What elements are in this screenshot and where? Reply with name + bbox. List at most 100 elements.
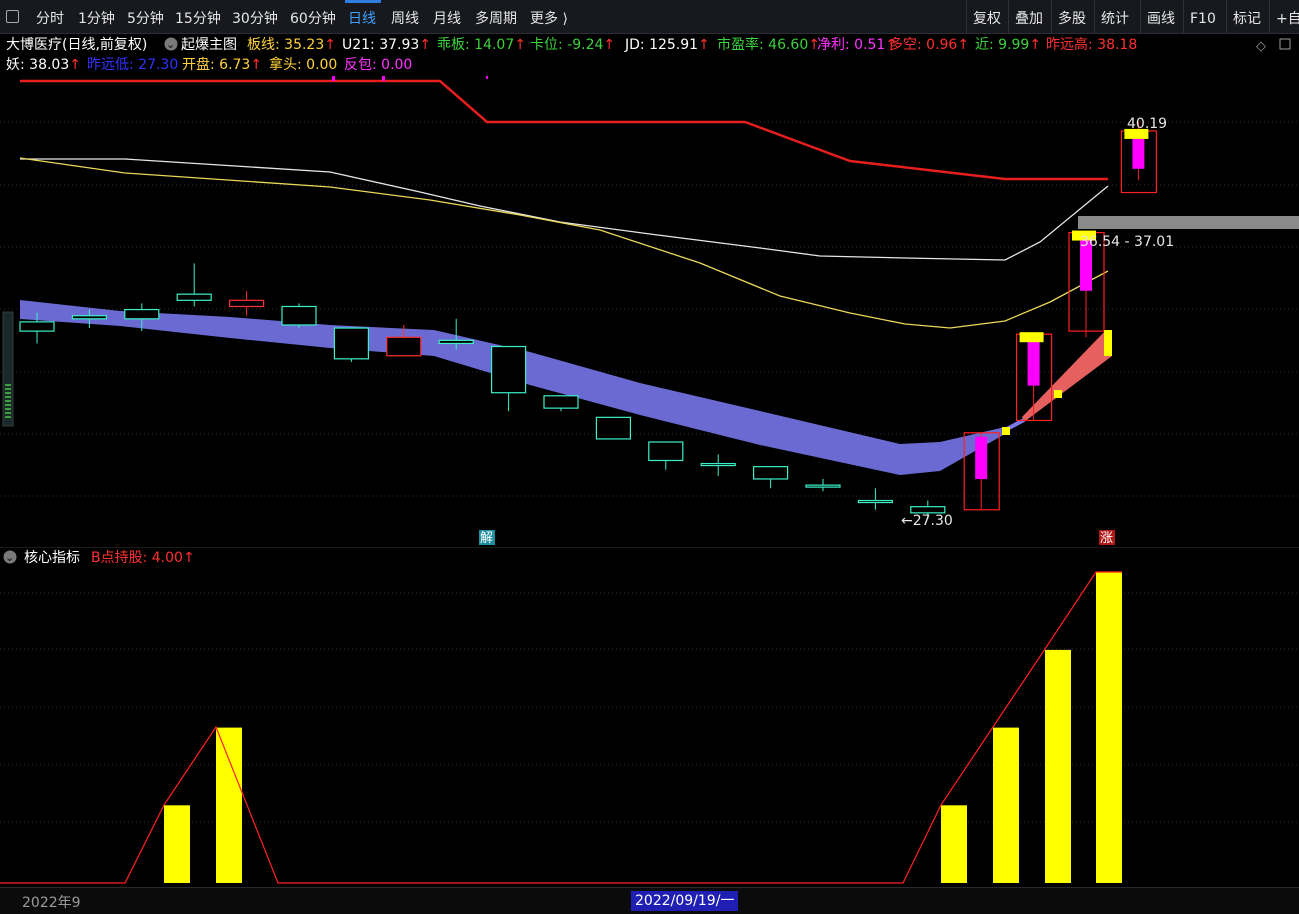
indicator-name: 起爆主图 — [181, 37, 237, 53]
limit-up-marker — [1132, 134, 1145, 169]
candle-body[interactable] — [491, 345, 527, 394]
price-range-bar — [1078, 216, 1299, 229]
ribbon-point — [1002, 427, 1010, 435]
header-value-9: 昨远高: 38.18 — [1046, 36, 1137, 53]
toolbar-button-0[interactable]: 复权 — [966, 0, 1001, 33]
gauge-tick — [5, 404, 11, 406]
gauge-tick — [5, 408, 11, 410]
period-toolbar: 分时 1分钟 5分钟 15分钟 30分钟 60分钟 日线 周线 月线 多周期 更多 ⟩ 复权 叠加 多股统… — [0, 0, 1299, 34]
indicator-bar[interactable] — [216, 727, 242, 883]
toolbar-button-5[interactable]: F10 — [1183, 0, 1216, 33]
sub-indicator-name: 核心指标 — [24, 550, 80, 566]
candle-body[interactable] — [543, 395, 579, 409]
header-value-4: JD: 125.91↑ — [624, 37, 710, 53]
header-value-8: 近: 9.99↑ — [975, 37, 1041, 53]
header-value-1: U21: 37.93↑ — [342, 37, 431, 53]
gauge-tick — [5, 392, 11, 394]
candle-body[interactable] — [71, 315, 108, 320]
gauge-tick — [5, 396, 11, 398]
candle-body[interactable] — [805, 484, 841, 488]
candle-body[interactable] — [752, 466, 789, 480]
indicator-bar[interactable] — [1096, 572, 1122, 883]
candle-body[interactable] — [910, 506, 946, 514]
indicator-bar[interactable] — [164, 805, 190, 883]
candle-body[interactable] — [648, 441, 684, 462]
header-value-row2-0: 妖: 38.03↑ — [6, 57, 81, 73]
candle-body[interactable] — [857, 499, 894, 504]
toolbar-button-1[interactable]: 叠加 — [1008, 0, 1043, 33]
candle-body[interactable] — [124, 308, 160, 320]
indicator-bar[interactable] — [1045, 649, 1071, 883]
ribbon-point — [1054, 390, 1062, 398]
limit-up-marker — [975, 436, 988, 480]
toolbar-button-6[interactable]: 标记 — [1226, 0, 1261, 33]
period-tab-10[interactable]: 更多 ⟩ — [530, 0, 568, 33]
signal-dot-icon — [332, 76, 335, 81]
candle-body[interactable] — [333, 327, 369, 360]
period-tab-7[interactable]: 周线 — [391, 0, 419, 33]
indicator-bar[interactable] — [941, 805, 967, 883]
toolbar-button-3[interactable]: 统计 — [1094, 0, 1129, 33]
toolbar-button-2[interactable]: 多股 — [1051, 0, 1086, 33]
indicator-bar[interactable] — [993, 727, 1019, 883]
ribbon-point — [1104, 330, 1112, 356]
gauge-tick — [5, 388, 11, 390]
gauge-tick — [5, 400, 11, 402]
header-value-2: 乖板: 14.07↑ — [437, 37, 526, 53]
candle-body[interactable] — [19, 321, 55, 332]
header-value-5: 市盈率: 46.60↑ — [717, 36, 820, 53]
header-value-row2-2: 开盘: 6.73↑ — [182, 56, 262, 73]
header-value-0: 板线: 35.23↑ — [247, 37, 336, 53]
header-value-row2-3: 拿头: 0.00 — [269, 56, 337, 73]
period-tab-1[interactable]: 1分钟 — [78, 0, 115, 33]
main-chart-panel[interactable]: 40.19 36.54 - 37.01 ←27.30 解 涨 ⌄ 大博医疗(日线,前复权) 起… — [0, 34, 1299, 546]
period-tab-8[interactable]: 月线 — [433, 0, 461, 33]
period-tab-6[interactable]: 日线 — [348, 0, 376, 33]
date-cursor-label: 2022/09/19/一 — [631, 891, 739, 911]
zhang-marker: 涨 — [1100, 531, 1113, 546]
candle-body[interactable] — [700, 462, 736, 467]
candle-body[interactable] — [595, 416, 632, 440]
header-value-3: 卡位: -9.24↑ — [530, 37, 615, 53]
period-tab-0[interactable]: 分时 — [36, 0, 64, 33]
period-tab-4[interactable]: 30分钟 — [232, 0, 278, 33]
core-indicator-panel[interactable]: ⌄ 核心指标 B点持股: 4.00↑ — [0, 547, 1299, 887]
gauge-tick — [5, 416, 11, 418]
candle-body[interactable] — [229, 299, 265, 308]
header-value-row2-1: 昨远低: 27.30 — [87, 57, 178, 73]
header-value-6: 净利: 0.51↑ — [817, 37, 897, 53]
gauge-tick — [5, 384, 11, 386]
header-value-7: 多空: 0.96↑ — [889, 36, 969, 53]
jie-marker: 解 — [480, 531, 493, 546]
toolbar-button-7[interactable]: +自 — [1269, 0, 1299, 33]
candle-body[interactable] — [438, 339, 474, 345]
signal-dot-icon — [382, 76, 385, 81]
core-indicator-canvas[interactable]: ⌄ 核心指标 B点持股: 4.00↑ — [0, 547, 1299, 887]
limit-up-marker — [1027, 338, 1040, 386]
period-tab-2[interactable]: 5分钟 — [127, 0, 164, 33]
price-range-label: 36.54 - 37.01 — [1080, 234, 1174, 250]
diamond-icon: ◇ — [1256, 39, 1266, 54]
stock-title: 大博医疗(日线,前复权) — [6, 36, 147, 53]
period-tab-3[interactable]: 15分钟 — [175, 0, 221, 33]
maximize-icon[interactable] — [1279, 38, 1291, 50]
chevron-down-icon: ⌄ — [166, 38, 175, 51]
date-axis-bar: 2022年9 2022/09/19/一 — [0, 887, 1299, 914]
open-marker — [1019, 332, 1044, 343]
low-price-label: ←27.30 — [901, 513, 953, 529]
period-tab-5[interactable]: 60分钟 — [290, 0, 336, 33]
resistance-line — [20, 79, 1108, 181]
ma-white-line — [20, 158, 1109, 261]
high-price-label: 40.19 — [1127, 116, 1167, 132]
toolbar-button-4[interactable]: 画线 — [1140, 0, 1175, 33]
candle-body[interactable] — [176, 293, 212, 301]
candle-body[interactable] — [281, 305, 317, 326]
sub-value-label: B点持股: 4.00↑ — [91, 550, 195, 566]
period-tab-9[interactable]: 多周期 — [475, 0, 517, 33]
panel-toggle-icon[interactable] — [6, 10, 19, 23]
main-chart-canvas[interactable]: 40.19 36.54 - 37.01 ←27.30 解 涨 ⌄ 大博医疗(日线,前复权) 起… — [0, 34, 1299, 546]
signal-dot-icon — [486, 76, 488, 79]
candle-body[interactable] — [386, 336, 422, 357]
ma-yellow-line — [19, 157, 1109, 329]
header-value-row2-4: 反包: 0.00 — [344, 57, 412, 73]
